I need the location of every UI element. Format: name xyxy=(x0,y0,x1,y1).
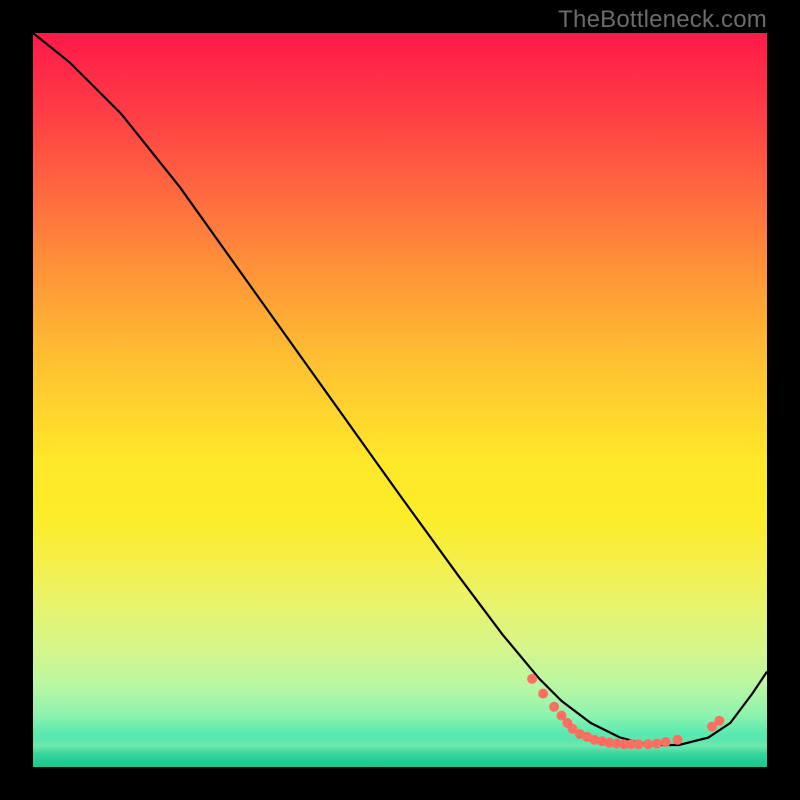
chart-svg xyxy=(33,33,767,767)
chart-line xyxy=(33,33,767,745)
chart-marker xyxy=(661,737,671,747)
chart-marker xyxy=(538,689,548,699)
watermark-label: TheBottleneck.com xyxy=(558,6,767,34)
chart-frame: TheBottleneck.com xyxy=(0,0,800,800)
chart-marker xyxy=(673,735,683,745)
chart-marker xyxy=(527,674,537,684)
chart-marker xyxy=(549,702,559,712)
chart-marker xyxy=(652,739,662,749)
chart-marker xyxy=(643,739,653,749)
chart-marker xyxy=(634,739,644,749)
chart-marker xyxy=(714,716,724,726)
